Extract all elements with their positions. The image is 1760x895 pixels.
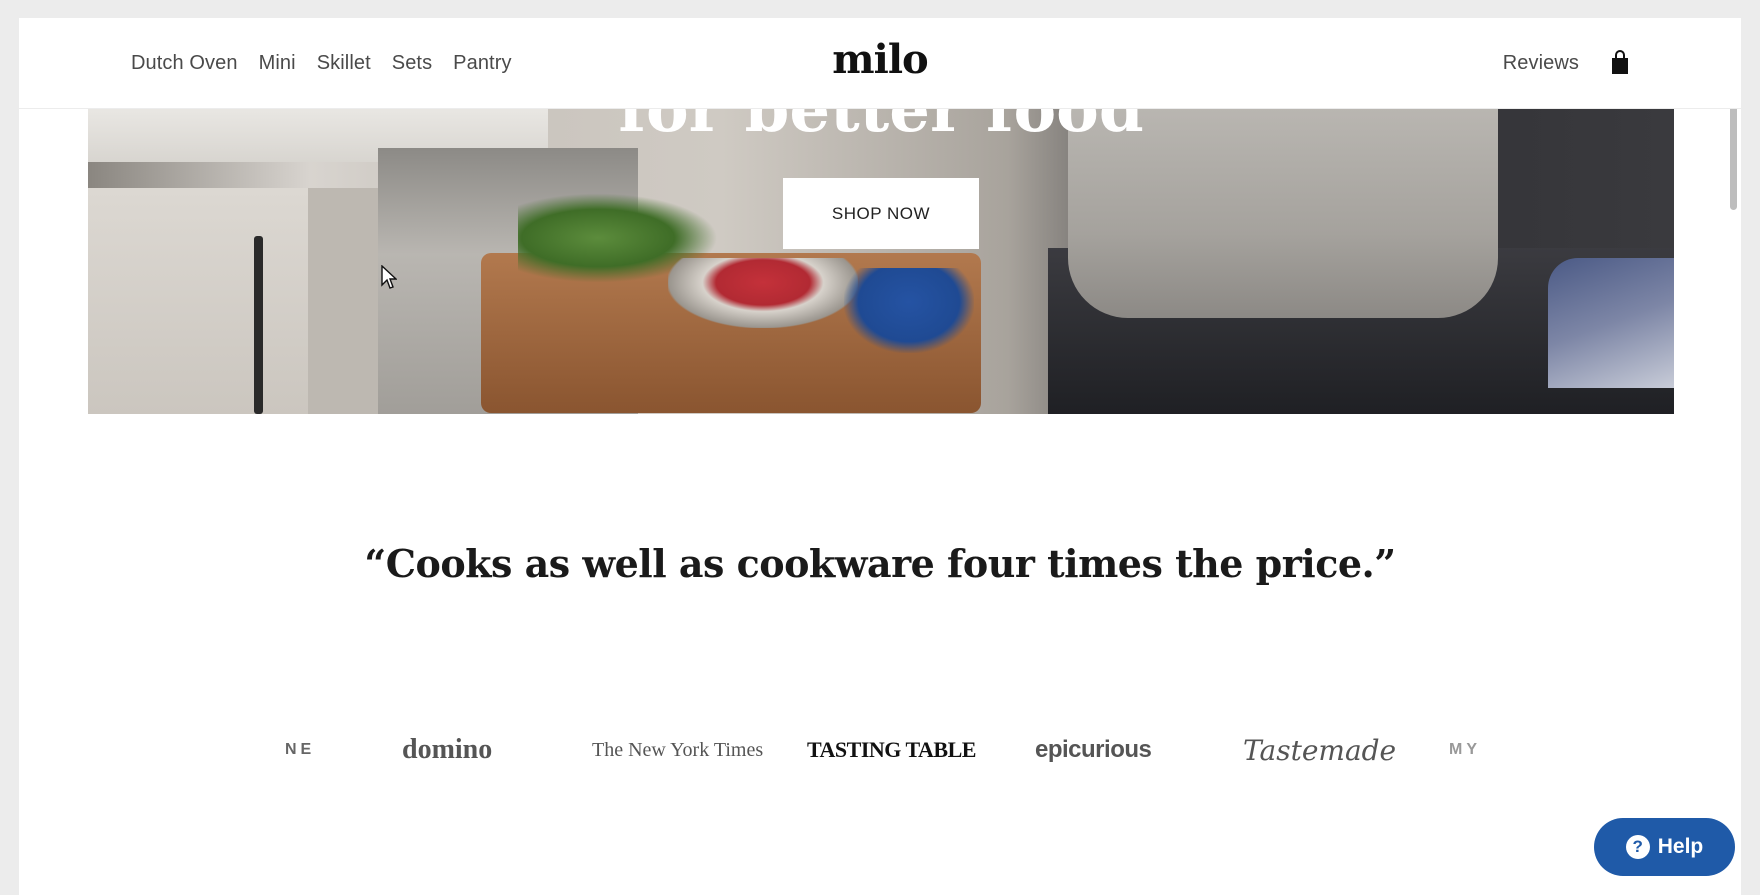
question-circle-icon: ?	[1625, 835, 1650, 859]
shop-now-button[interactable]: SHOP NOW	[783, 178, 979, 249]
page: Dutch Oven Mini Skillet Sets Pantry milo…	[19, 18, 1741, 895]
help-label: Help	[1657, 835, 1704, 858]
site-header: Dutch Oven Mini Skillet Sets Pantry milo…	[19, 18, 1741, 109]
press-logos-carousel: NE domino The New York Times TASTING TAB…	[19, 725, 1741, 775]
press-logo-nytimes: The New York Times	[592, 738, 764, 761]
hero-image-cabinet-handle	[254, 236, 263, 414]
mouse-cursor-icon	[381, 265, 397, 289]
help-button[interactable]: ? Help	[1594, 818, 1735, 876]
secondary-nav: Reviews	[1503, 18, 1631, 108]
hero-image-blue-bowl	[844, 268, 974, 353]
nav-link-reviews[interactable]: Reviews	[1503, 52, 1579, 75]
press-logo-tastemade: Tastemade	[1243, 733, 1397, 767]
hero-banner: for better food SHOP NOW	[88, 108, 1674, 414]
page-scrollbar[interactable]	[1727, 18, 1741, 895]
press-logo-epicurious: epicurious	[1035, 736, 1152, 763]
shopping-bag-icon[interactable]	[1609, 50, 1631, 76]
press-logo-partial-right: MY	[1449, 741, 1481, 758]
press-logo-domino: domino	[402, 734, 493, 765]
hero-image-cabinet	[88, 188, 308, 414]
hero-headline: for better food	[618, 108, 1144, 147]
site-logo[interactable]: milo	[19, 36, 1741, 83]
press-quote: “Cooks as well as cookware four times th…	[364, 541, 1396, 586]
hero-image-cabinet-side	[308, 188, 388, 414]
hero-image-towel	[1548, 258, 1674, 388]
press-logo-partial-left: NE	[285, 741, 316, 758]
hero-image-pepper-bowl	[668, 258, 858, 328]
press-logo-tasting-table: TASTING TABLE	[807, 737, 976, 762]
